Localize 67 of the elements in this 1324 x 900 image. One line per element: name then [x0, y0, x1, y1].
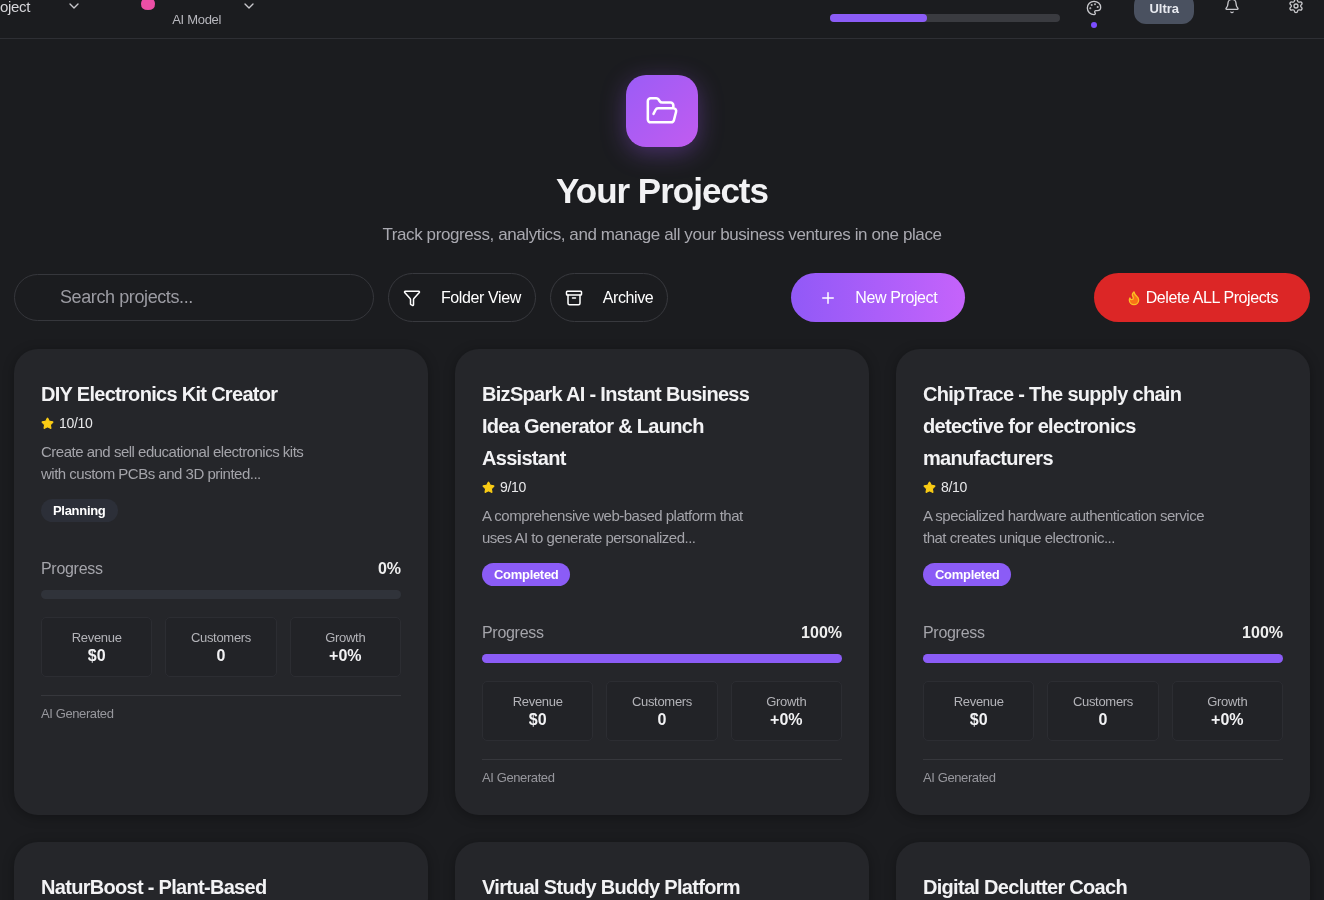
project-description: Create and sell educational electronics kits with custom PCBs and 3D printed...	[41, 442, 305, 484]
bell-icon[interactable]	[1224, 0, 1240, 14]
folder-button[interactable]: Folder View	[388, 273, 536, 322]
stat-label: Revenue	[953, 693, 1004, 709]
project-card[interactable]	[455, 349, 869, 815]
stat-value: 0	[216, 646, 226, 665]
project-title: BizSpark AI - Instant Business Idea Generator & Launch Assistant	[482, 382, 751, 471]
progress-value: 100%	[1242, 624, 1283, 642]
project-card[interactable]: Virtual Study Buddy Platform	[455, 842, 869, 900]
page-title: Your Projects	[556, 170, 768, 212]
project-description: A comprehensive web-based platform that uses AI to generate personalized...	[482, 506, 744, 548]
search-field[interactable]: Search projects...	[14, 274, 374, 321]
plan-badge: Ultra	[1134, 0, 1194, 24]
stat-value: +0%	[1211, 710, 1244, 729]
project-selector-label[interactable]: oject	[0, 0, 31, 15]
source-label: AI Generated	[923, 770, 997, 785]
archive-icon	[564, 288, 583, 307]
rating-score: 10/10	[59, 415, 93, 431]
rating-score: 8/10	[941, 479, 968, 495]
progress-label: Progress	[41, 560, 103, 578]
status-badge: Completed	[923, 563, 1012, 586]
stat-value: 0	[657, 710, 667, 729]
status-badge: Completed	[482, 563, 571, 586]
project-description: A specialized hardware authentication service that creates unique electronic...	[923, 506, 1205, 548]
project-title: NaturBoost - Plant-Based	[41, 875, 268, 900]
project-card[interactable]: NaturBoost - Plant-Based	[14, 842, 428, 900]
progress-label: Progress	[482, 624, 544, 642]
notification-dot	[1091, 22, 1098, 28]
stat-value: 0	[1098, 710, 1108, 729]
stat-label: Growth	[766, 693, 807, 709]
project-card[interactable]: DIY Electronics Kit Creator 10/10 Create and sell educational electronics kits with custom PCBs and 3D printed... Planning Progress 0% Revenue $0 Customers 0 Growth +0% AI Generated	[14, 349, 428, 815]
stat-label: Revenue	[512, 693, 563, 709]
project-title: Virtual Study Buddy Platform	[482, 875, 741, 900]
progress-label: Progress	[923, 624, 985, 642]
progress-value: 100%	[801, 624, 842, 642]
star-icon	[482, 480, 495, 494]
project-title: Digital Declutter Coach	[923, 875, 1128, 900]
stat-value: $0	[969, 710, 988, 729]
stat-value: $0	[87, 646, 106, 665]
stat-label: Growth	[1207, 693, 1248, 709]
delete-button[interactable]: Delete ALL Projects	[1093, 273, 1310, 322]
stat-value: $0	[528, 710, 547, 729]
project-title: DIY Electronics Kit Creator	[41, 382, 279, 407]
project-card[interactable]: Digital Declutter Coach	[896, 842, 1310, 900]
source-label: AI Generated	[482, 770, 556, 785]
stat-value: +0%	[329, 646, 362, 665]
source-label: AI Generated	[41, 706, 115, 721]
filter-icon	[403, 288, 421, 307]
progress-value: 0%	[377, 560, 401, 578]
star-icon	[41, 416, 54, 430]
palette-icon[interactable]	[1086, 0, 1103, 16]
archive-button[interactable]: Archive	[549, 273, 669, 322]
new-button[interactable]: New Project	[791, 273, 966, 322]
settings-icon[interactable]	[1288, 0, 1304, 14]
stat-value: +0%	[770, 710, 803, 729]
stat-label: Customers	[1072, 693, 1134, 709]
project-title: ChipTrace - The supply chain detective for electronics manufacturers	[923, 382, 1183, 471]
status-badge: Planning	[41, 499, 118, 522]
stat-label: Revenue	[71, 629, 122, 645]
project-card[interactable]	[896, 349, 1310, 815]
model-selector-label[interactable]: AI Model	[172, 11, 222, 27]
stat-label: Customers	[631, 693, 693, 709]
page-subtitle: Track progress, analytics, and manage all your business ventures in one place	[382, 225, 942, 245]
stat-label: Customers	[190, 629, 252, 645]
rating-score: 9/10	[500, 479, 527, 495]
star-icon	[923, 480, 936, 494]
stat-label: Growth	[325, 629, 366, 645]
